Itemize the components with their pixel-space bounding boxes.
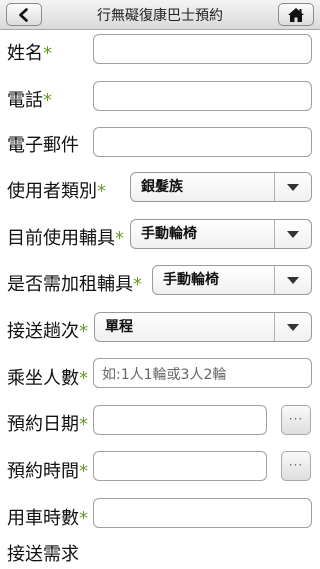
top-bar: 行無礙復康巴士預約 bbox=[0, 0, 320, 30]
user-type-select[interactable]: 銀髮族 bbox=[130, 172, 312, 202]
phone-label: 電話* bbox=[7, 90, 52, 111]
rent-aid-value: 手動輪椅 bbox=[163, 272, 219, 288]
trip-value: 單程 bbox=[105, 319, 133, 335]
rent-aid-label: 是否需加租輔具* bbox=[7, 274, 142, 295]
aid-select[interactable]: 手動輪椅 bbox=[130, 219, 312, 249]
chevron-down-icon bbox=[274, 313, 311, 341]
email-label: 電子郵件 bbox=[7, 135, 79, 156]
aid-label: 目前使用輔具* bbox=[7, 228, 124, 249]
aid-value: 手動輪椅 bbox=[141, 226, 197, 242]
home-button[interactable] bbox=[278, 3, 314, 26]
name-label: 姓名* bbox=[7, 43, 52, 64]
passengers-label: 乘坐人數* bbox=[7, 368, 88, 389]
rent-aid-select[interactable]: 手動輪椅 bbox=[152, 265, 312, 295]
time-input[interactable] bbox=[93, 451, 267, 481]
user-type-value: 銀髮族 bbox=[141, 179, 183, 195]
home-icon bbox=[288, 7, 304, 22]
date-picker-button[interactable]: ··· bbox=[281, 405, 311, 435]
chevron-down-icon bbox=[274, 220, 311, 248]
hours-label: 用車時數* bbox=[7, 508, 88, 529]
chevron-down-icon bbox=[274, 173, 311, 201]
trip-label: 接送趟次* bbox=[7, 321, 88, 342]
page-title: 行無礙復康巴士預約 bbox=[97, 8, 223, 24]
passengers-input[interactable]: 如:1人1輪或3人2輪 bbox=[93, 358, 312, 388]
needs-label: 接送需求 bbox=[7, 544, 79, 565]
email-input[interactable] bbox=[93, 127, 312, 157]
user-type-label: 使用者類別* bbox=[7, 181, 106, 202]
hours-input[interactable] bbox=[93, 498, 312, 528]
trip-select[interactable]: 單程 bbox=[94, 312, 312, 342]
time-picker-button[interactable]: ··· bbox=[281, 451, 311, 481]
time-label: 預約時間* bbox=[7, 461, 88, 482]
date-label: 預約日期* bbox=[7, 414, 88, 435]
phone-input[interactable] bbox=[93, 81, 312, 111]
chevron-left-icon bbox=[19, 7, 28, 22]
chevron-down-icon bbox=[274, 266, 311, 294]
name-input[interactable] bbox=[93, 34, 312, 64]
back-button[interactable] bbox=[6, 3, 42, 26]
date-input[interactable] bbox=[93, 405, 267, 435]
